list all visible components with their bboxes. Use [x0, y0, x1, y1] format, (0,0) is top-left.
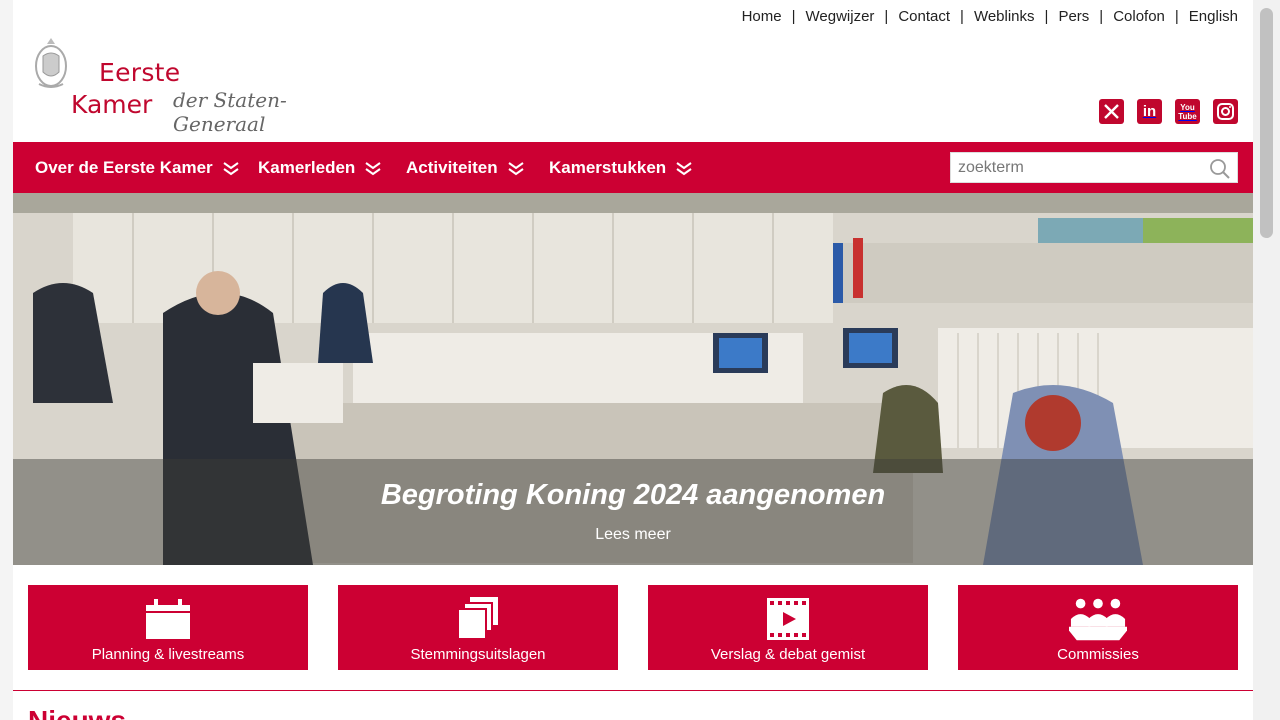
quick-links: Planning & livestreams Stemmingsuitslage…	[28, 585, 1238, 670]
main-nav-kamerstukken[interactable]: Kamerstukken	[549, 142, 692, 193]
nav-weblinks-link[interactable]: Weblinks	[974, 8, 1035, 25]
tile-verslag-label: Verslag & debat gemist	[710, 646, 866, 663]
hero-overlay	[13, 459, 1253, 565]
instagram-icon[interactable]	[1213, 99, 1238, 124]
linkedin-icon-label: in	[1142, 103, 1157, 120]
film-play-icon	[767, 598, 809, 640]
tile-commissies[interactable]: Commissies	[958, 585, 1238, 670]
nav-home-link[interactable]: Home	[742, 8, 782, 25]
hero-banner[interactable]: Begroting Koning 2024 aangenomen Lees me…	[13, 193, 1253, 565]
coat-of-arms-icon	[35, 38, 67, 88]
main-nav-over[interactable]: Over de Eerste Kamer	[35, 142, 239, 193]
logo-line-3: der Staten-Generaal	[173, 88, 287, 136]
chevron-down-icon	[365, 161, 381, 175]
scrollbar[interactable]	[1253, 0, 1280, 720]
tile-planning-label: Planning & livestreams	[91, 646, 245, 663]
search-input[interactable]	[951, 153, 1201, 182]
calendar-icon	[146, 599, 190, 639]
group-icon	[1069, 598, 1127, 641]
chevron-down-icon	[223, 161, 239, 175]
section-divider	[13, 690, 1253, 691]
logo-line-1: Eerste	[99, 58, 181, 87]
x-icon[interactable]	[1099, 99, 1124, 124]
hero-headline[interactable]: Begroting Koning 2024 aangenomen	[13, 479, 1253, 512]
utility-nav: Home | Wegwijzer | Contact | Weblinks | …	[741, 8, 1238, 25]
main-nav-over-label: Over de Eerste Kamer	[35, 157, 213, 177]
tile-planning[interactable]: Planning & livestreams	[28, 585, 308, 670]
main-nav-kamerleden[interactable]: Kamerleden	[258, 142, 381, 193]
site-logo[interactable]: Eerste Kamer der Staten-Generaal	[33, 34, 363, 136]
logo-line-2: Kamer	[71, 90, 153, 119]
nav-colofon-link[interactable]: Colofon	[1113, 8, 1165, 25]
nav-wegwijzer-link[interactable]: Wegwijzer	[806, 8, 875, 25]
news-heading: Nieuws	[28, 705, 126, 720]
social-links: in You Tube	[1099, 99, 1238, 124]
main-nav-kamerstukken-label: Kamerstukken	[549, 157, 667, 177]
tile-stemmingsuitslagen-label: Stemmingsuitslagen	[410, 646, 546, 663]
linkedin-icon[interactable]: in	[1137, 99, 1162, 124]
tile-commissies-label: Commissies	[1057, 646, 1139, 663]
tile-stemmingsuitslagen[interactable]: Stemmingsuitslagen	[338, 585, 618, 670]
youtube-icon[interactable]: You Tube	[1175, 99, 1200, 124]
nav-english-link[interactable]: English	[1189, 8, 1238, 25]
chevron-down-icon	[676, 161, 692, 175]
search-icon[interactable]	[1209, 158, 1231, 180]
search-box	[950, 152, 1238, 183]
nav-contact-link[interactable]: Contact	[898, 8, 950, 25]
hero-read-more-link[interactable]: Lees meer	[13, 526, 1253, 544]
main-nav-kamerleden-label: Kamerleden	[258, 157, 356, 177]
youtube-icon-label: You Tube	[1178, 102, 1197, 121]
nav-pers-link[interactable]: Pers	[1058, 8, 1089, 25]
tile-verslag[interactable]: Verslag & debat gemist	[648, 585, 928, 670]
chevron-down-icon	[508, 161, 524, 175]
scrollbar-thumb[interactable]	[1260, 8, 1273, 238]
main-nav-activiteiten-label: Activiteiten	[406, 157, 498, 177]
stacked-pages-icon	[457, 597, 498, 640]
main-nav-activiteiten[interactable]: Activiteiten	[406, 142, 524, 193]
page: Home | Wegwijzer | Contact | Weblinks | …	[13, 0, 1253, 720]
main-nav: Over de Eerste Kamer Kamerleden Activite…	[13, 142, 1253, 193]
